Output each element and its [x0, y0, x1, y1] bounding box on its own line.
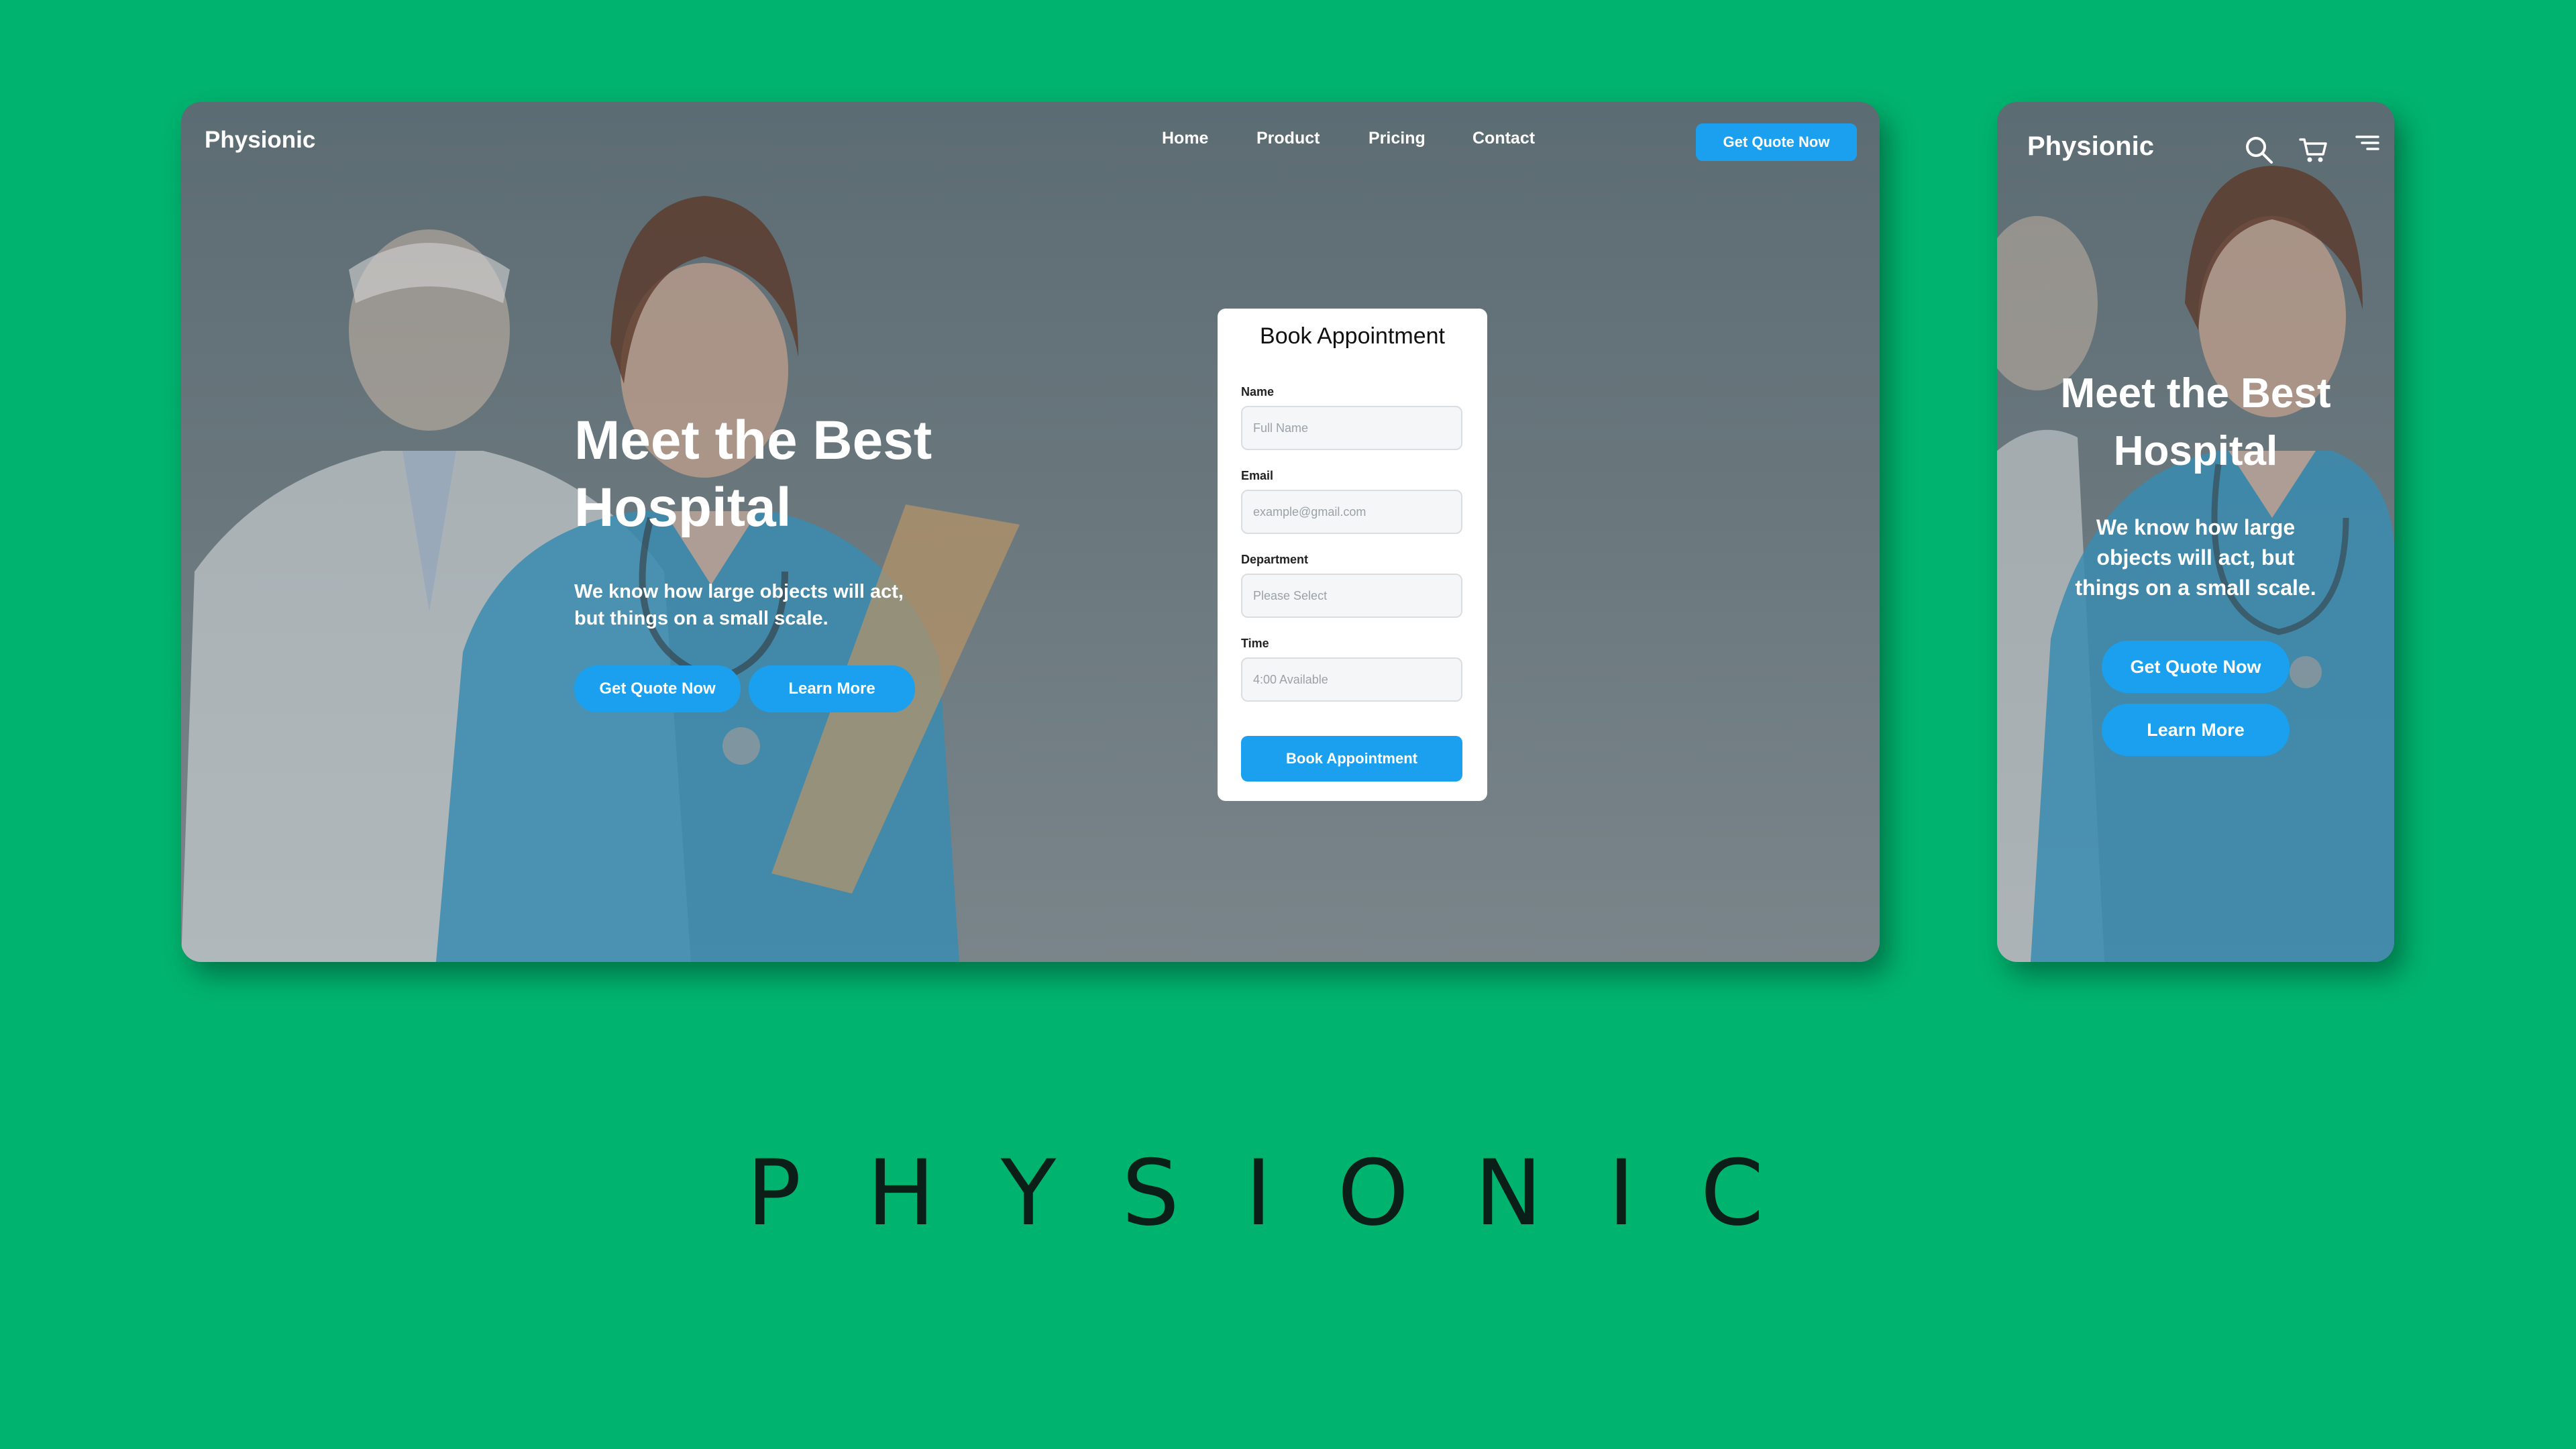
- email-label: Email: [1241, 469, 1274, 482]
- hero-title: Meet the Best Hospital: [574, 407, 932, 541]
- nav-pricing[interactable]: Pricing: [1368, 129, 1426, 148]
- name-input[interactable]: Full Name: [1241, 406, 1462, 450]
- nav-home[interactable]: Home: [1162, 129, 1208, 148]
- form-title: Book Appointment: [1260, 323, 1445, 349]
- search-icon[interactable]: [2243, 134, 2274, 165]
- hero-subtitle-line: objects will act, but: [2096, 545, 2295, 570]
- cart-icon[interactable]: [2298, 134, 2328, 165]
- hero-subtitle-line: but things on a small scale.: [574, 608, 828, 629]
- menu-icon[interactable]: [2354, 133, 2381, 157]
- hero-title-line: Hospital: [2113, 428, 2278, 474]
- brand-wordmark: PHYSIONIC: [746, 1140, 1830, 1246]
- time-select[interactable]: 4:00 Available: [1241, 657, 1462, 702]
- hero-subtitle-line: We know how large objects will act,: [574, 581, 904, 602]
- email-input[interactable]: example@gmail.com: [1241, 490, 1462, 534]
- learn-more-button[interactable]: Learn More: [2102, 704, 2290, 756]
- nav-contact[interactable]: Contact: [1472, 129, 1535, 148]
- desktop-mockup: Physionic Home Product Pricing Contact G…: [181, 102, 1880, 962]
- mobile-mockup: Physionic Meet the Best Hospital We know…: [1997, 102, 2394, 962]
- hero-title-line: Hospital: [574, 477, 792, 538]
- learn-more-button[interactable]: Learn More: [749, 665, 915, 712]
- nav-product[interactable]: Product: [1256, 129, 1320, 148]
- time-label: Time: [1241, 637, 1269, 650]
- department-select[interactable]: Please Select: [1241, 574, 1462, 618]
- doctors-hero-image: [181, 196, 1020, 962]
- hero-title-line: Meet the Best: [2060, 370, 2331, 417]
- logo[interactable]: Physionic: [205, 127, 315, 154]
- nav-get-quote-button[interactable]: Get Quote Now: [1696, 123, 1857, 161]
- hero-title: Meet the Best Hospital: [1997, 365, 2394, 480]
- department-label: Department: [1241, 553, 1309, 566]
- get-quote-button[interactable]: Get Quote Now: [574, 665, 741, 712]
- get-quote-button[interactable]: Get Quote Now: [2102, 641, 2290, 693]
- book-appointment-button[interactable]: Book Appointment: [1241, 736, 1462, 782]
- book-appointment-card: Book Appointment Name Full Name Email ex…: [1218, 309, 1487, 801]
- logo[interactable]: Physionic: [2027, 131, 2154, 162]
- hero-title-line: Meet the Best: [574, 410, 932, 471]
- hero-subtitle-line: things on a small scale.: [2075, 576, 2316, 600]
- hero-subtitle: We know how large objects will act, but …: [1997, 513, 2394, 603]
- hero-subtitle: We know how large objects will act, but …: [574, 578, 904, 632]
- hero-subtitle-line: We know how large: [2096, 515, 2296, 539]
- name-label: Name: [1241, 385, 1275, 398]
